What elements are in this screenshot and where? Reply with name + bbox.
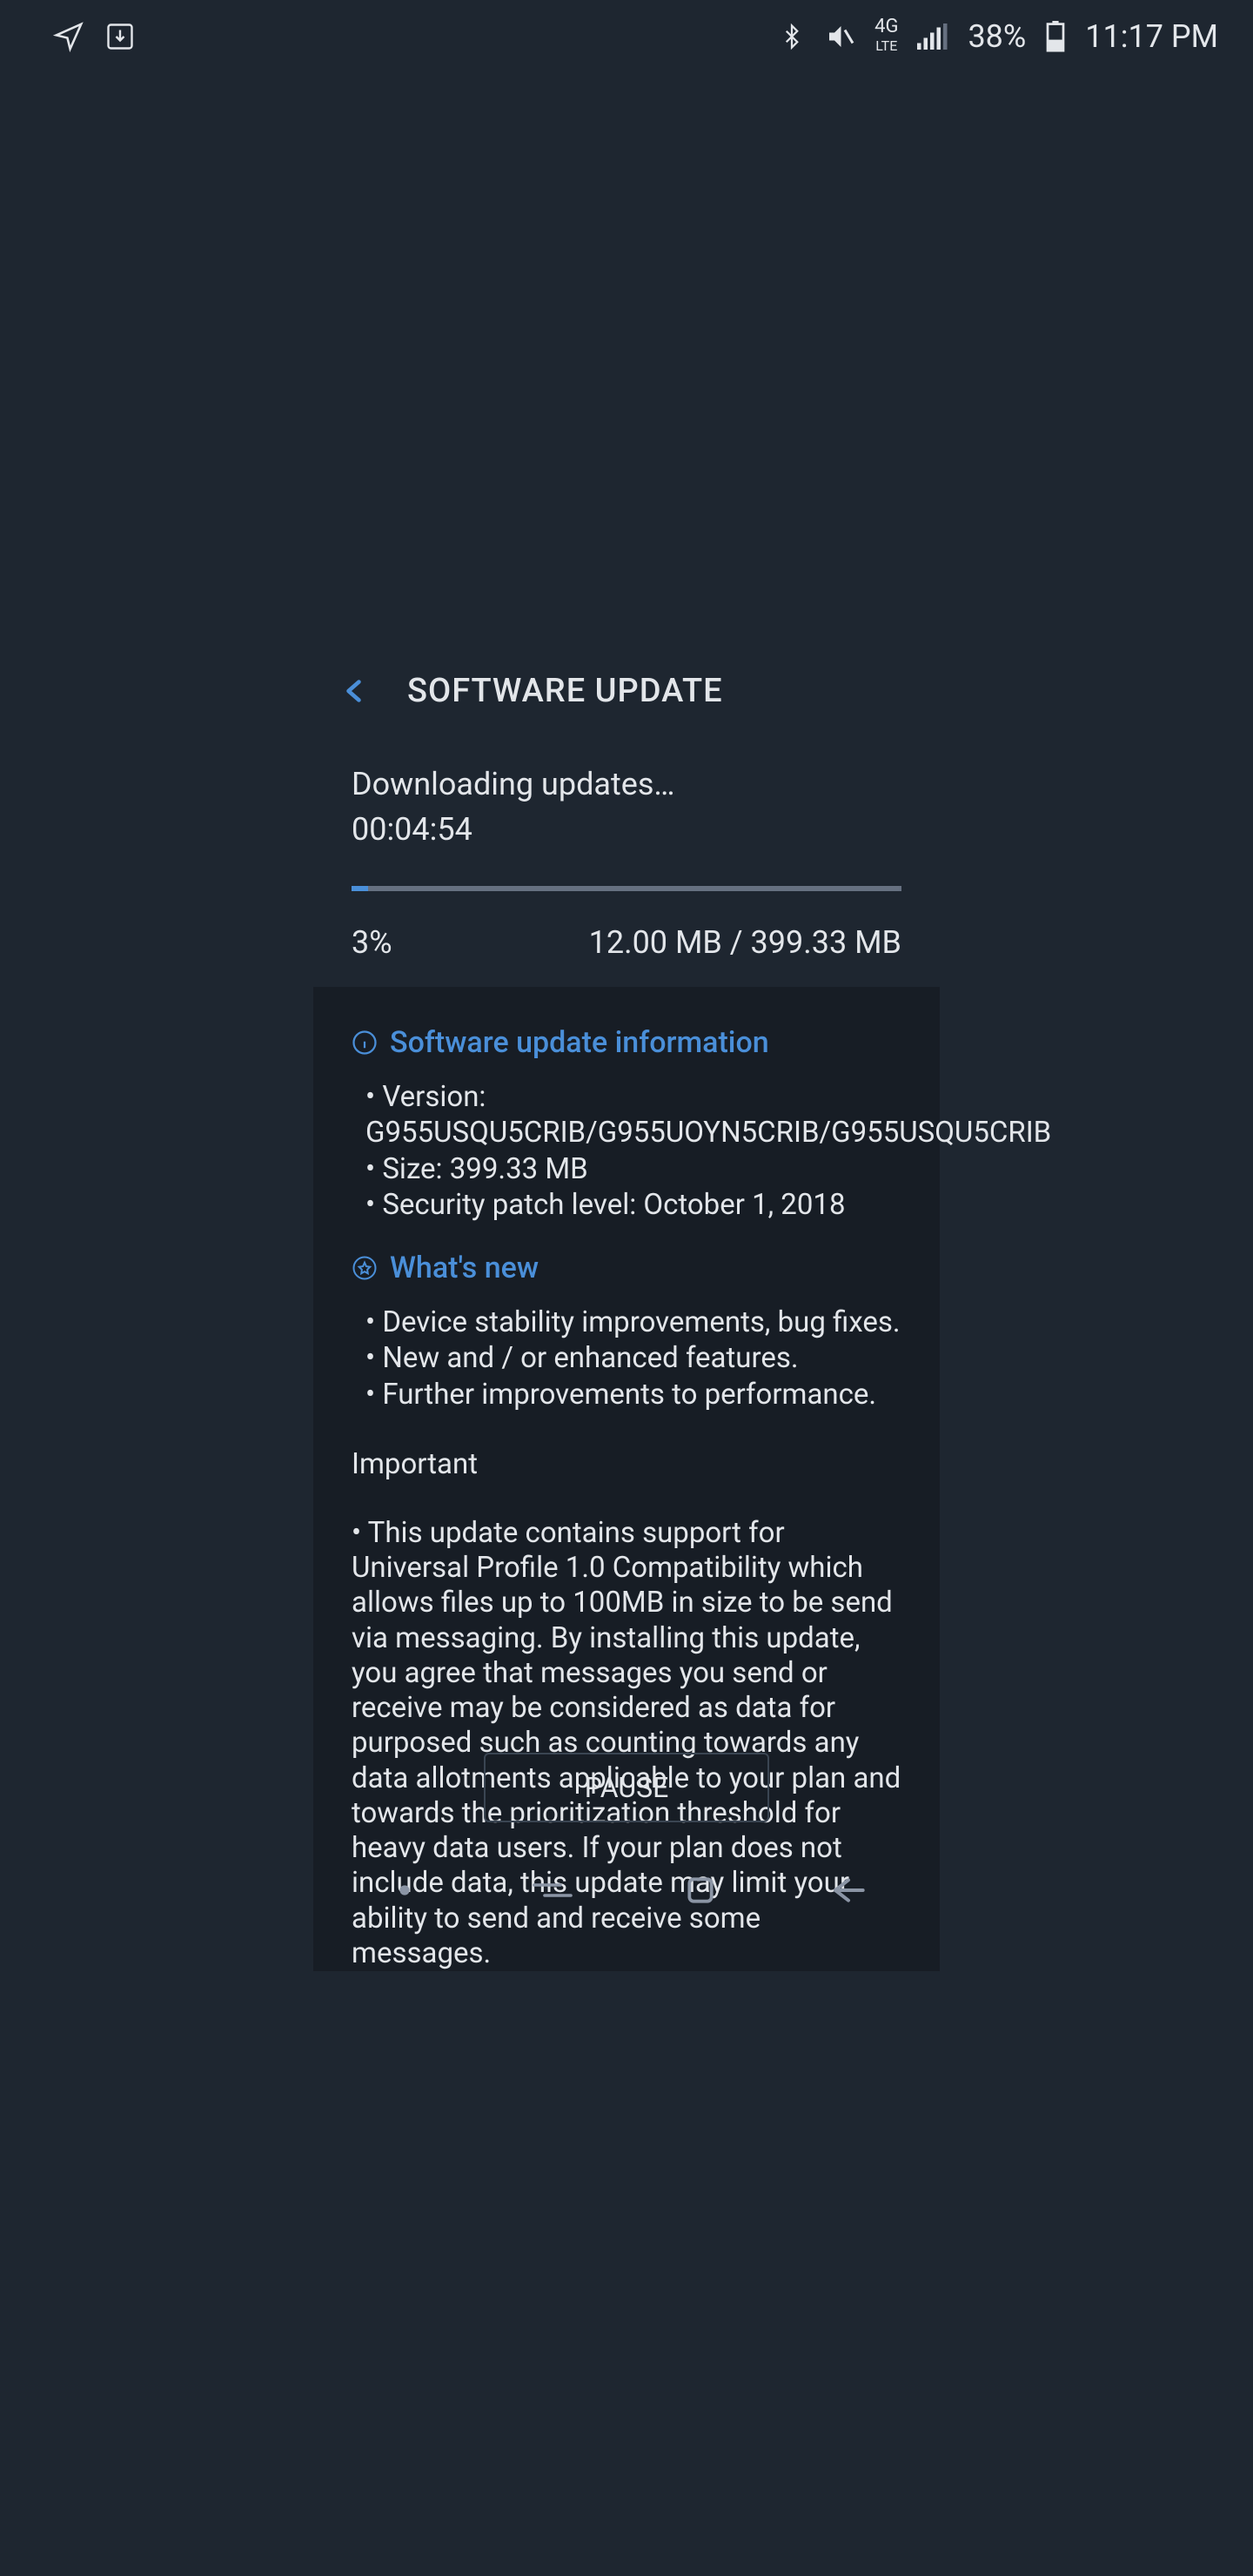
info-icon: [352, 1030, 378, 1056]
progress-bar: [352, 886, 901, 891]
signal-icon: [917, 23, 948, 50]
pause-button[interactable]: PAUSE: [484, 1753, 769, 1822]
back-button[interactable]: [339, 672, 371, 710]
whats-new-item: • New and / or enhanced features.: [352, 1340, 901, 1376]
navigation-bar: [313, 1848, 940, 1932]
download-percent: 3%: [352, 924, 392, 961]
clock-time: 11:17 PM: [1085, 18, 1218, 55]
nav-back-button[interactable]: [796, 1864, 901, 1916]
whats-new-item: • Further improvements to performance.: [352, 1377, 901, 1412]
version-line: • Version: G955USQU5CRIB/G955UOYN5CRIB/G…: [352, 1079, 901, 1151]
size-line: • Size: 399.33 MB: [352, 1151, 901, 1187]
download-progress-section: Downloading updates… 00:04:54 3% 12.00 M…: [313, 738, 940, 987]
page-title: SOFTWARE UPDATE: [407, 672, 723, 710]
app-header: SOFTWARE UPDATE: [313, 644, 940, 738]
nav-side-panel-button[interactable]: [352, 1864, 457, 1916]
info-heading: Software update information: [352, 1025, 901, 1060]
star-badge-icon: [352, 1255, 378, 1281]
download-status-text: Downloading updates…: [352, 766, 901, 802]
location-icon: [52, 20, 85, 53]
bluetooth-icon: [779, 22, 805, 51]
download-box-icon: [104, 21, 136, 52]
nav-recents-button[interactable]: [500, 1864, 605, 1916]
nav-home-button[interactable]: [648, 1864, 753, 1916]
important-heading: Important: [352, 1447, 901, 1481]
button-bar: PAUSE: [313, 1732, 940, 1843]
network-4g-icon: 4GLTE: [874, 17, 898, 56]
whats-new-item: • Device stability improvements, bug fix…: [352, 1305, 901, 1340]
whats-new-heading: What's new: [352, 1251, 901, 1285]
software-update-panel: SOFTWARE UPDATE Downloading updates… 00:…: [313, 644, 940, 1932]
battery-percent: 38%: [968, 18, 1026, 55]
status-bar: 4GLTE 38% 11:17 PM: [0, 0, 1253, 73]
download-size: 12.00 MB / 399.33 MB: [589, 924, 901, 961]
progress-fill: [352, 886, 368, 891]
patch-line: • Security patch level: October 1, 2018: [352, 1187, 901, 1223]
battery-icon: [1045, 21, 1066, 52]
mute-icon: [824, 21, 855, 52]
download-time-remaining: 00:04:54: [352, 811, 901, 848]
